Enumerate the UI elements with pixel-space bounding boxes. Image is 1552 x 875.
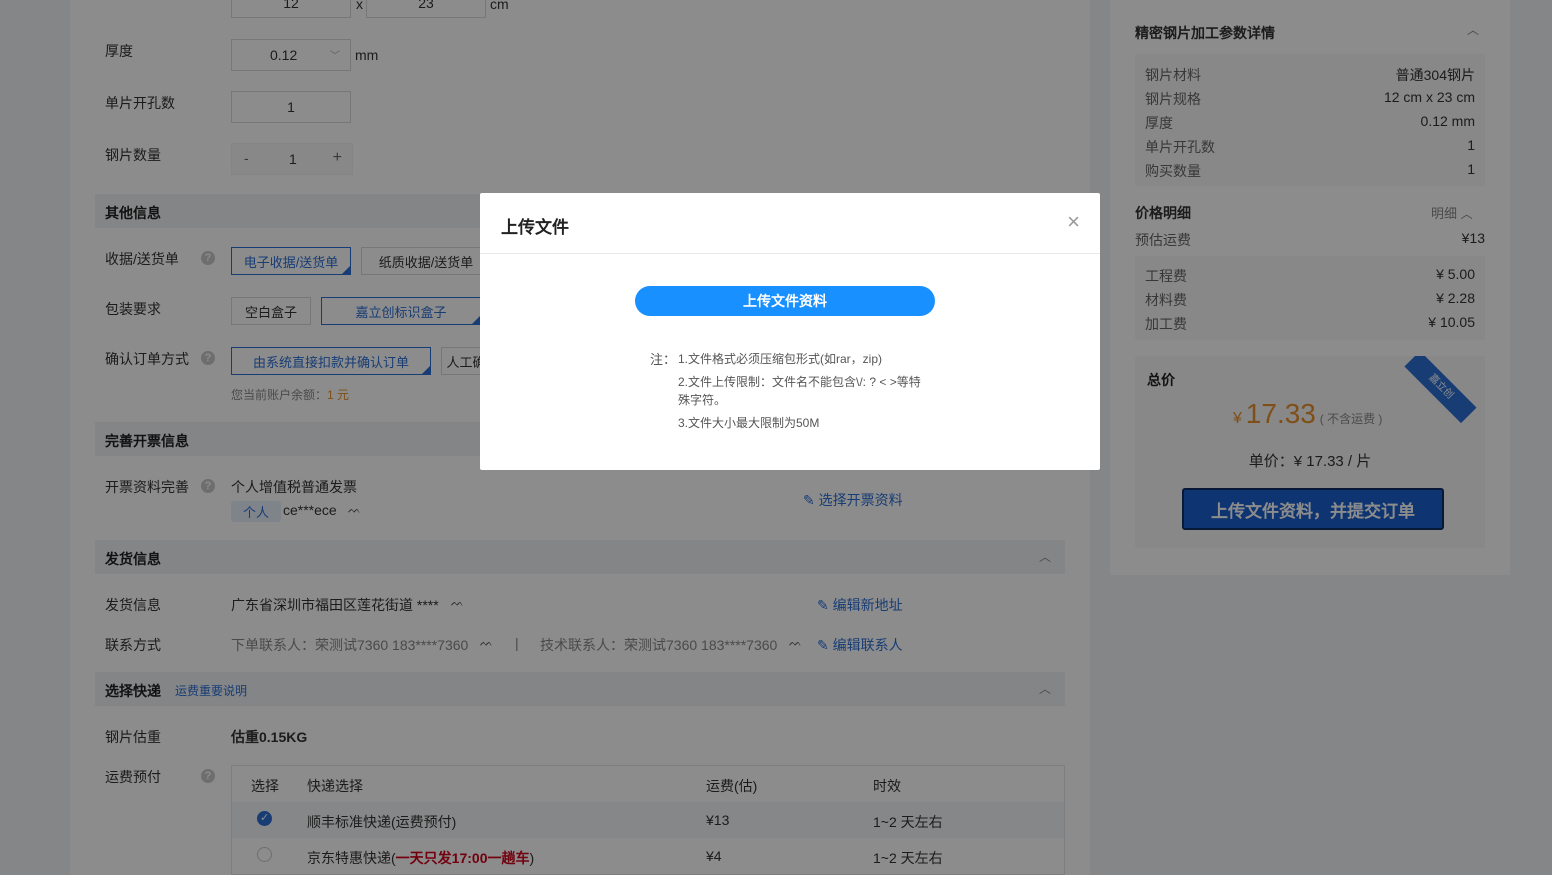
upload-modal: 上传文件 × 上传文件资料 注： 1.文件格式必须压缩包形式(如rar，zip)… (480, 193, 1100, 470)
note-line: 1.文件格式必须压缩包形式(如rar，zip) (678, 352, 883, 366)
modal-title: 上传文件 (501, 218, 569, 237)
note-line: 殊字符。 (678, 393, 727, 407)
note-prefix: 注： (650, 352, 677, 367)
upload-file-label: 上传文件资料 (743, 293, 827, 309)
note-line: 3.文件大小最大限制为50M (678, 416, 820, 430)
note-line: 2.文件上传限制：文件名不能包含\/: ? < >等特 (678, 375, 921, 389)
upload-file-button[interactable]: 上传文件资料 (635, 286, 935, 316)
modal-header: 上传文件 × (480, 193, 1100, 254)
close-icon[interactable]: × (1067, 209, 1080, 235)
